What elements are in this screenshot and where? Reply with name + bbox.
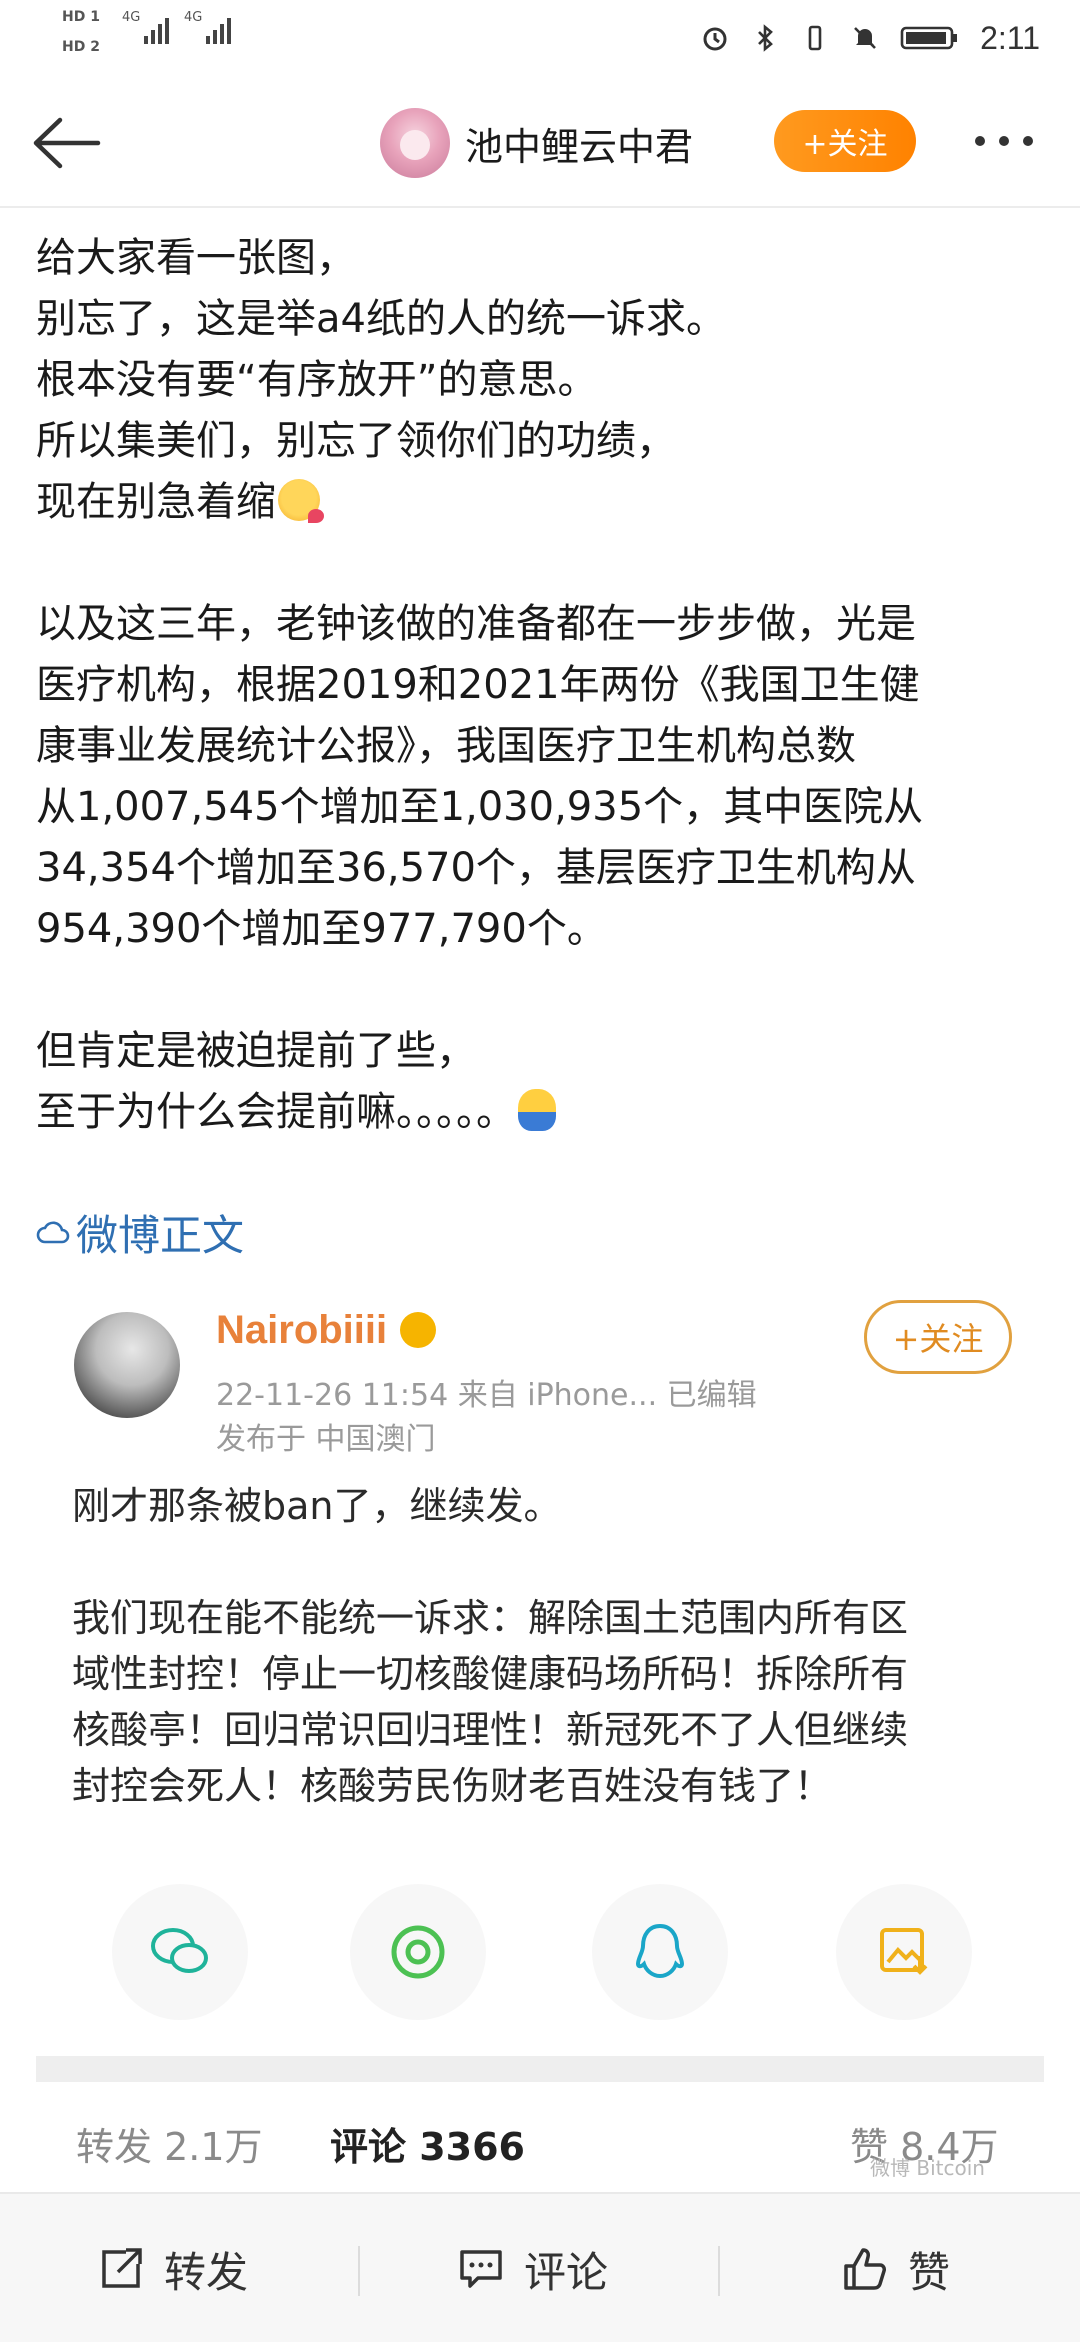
back-button[interactable] <box>26 110 106 176</box>
watermark: 微博 Bitcoin <box>870 2156 985 2180</box>
comment-label: 评论 <box>524 2247 609 2297</box>
weibo-source-link[interactable]: 微博正文 <box>36 1202 244 1263</box>
post-line: 别忘了，这是举a4纸的人的统一诉求。 <box>36 296 726 342</box>
quoted-line: 封控会死人！核酸劳民伤财老百姓没有钱了！ <box>72 1764 833 1808</box>
weibo-source-label: 微博正文 <box>76 1211 245 1260</box>
post-stats: 转发 2.1万 评论 3366 赞 8.4万 微博 Bitcoin <box>0 2108 1080 2188</box>
wechat-icon <box>151 1928 208 1973</box>
status-bar: HD 1 HD 2 4G 4G 2:11 <box>0 0 1080 80</box>
save-image-button[interactable] <box>836 1884 972 2020</box>
repost-count[interactable]: 转发 2.1万 <box>76 2116 263 2171</box>
comment-icon <box>460 2250 502 2288</box>
signal-area: HD 1 HD 2 4G 4G <box>62 10 262 66</box>
author-name[interactable]: 池中鲤云中君 <box>465 116 693 171</box>
more-dot-icon <box>1023 136 1033 146</box>
more-dot-icon <box>975 136 985 146</box>
quoted-post-location: 发布于 中国澳门 <box>216 1422 436 1457</box>
repost-button[interactable]: 转发 <box>96 2224 248 2314</box>
post-line: 至于为什么会提前嘛。。。。。 <box>36 1089 516 1135</box>
vip-badge-icon <box>400 1312 436 1348</box>
share-moments-button[interactable] <box>350 1884 486 2020</box>
more-dot-icon <box>999 136 1009 146</box>
share-wechat-button[interactable] <box>112 1884 248 2020</box>
sim2-label: HD 2 <box>62 39 100 55</box>
signal-bars-1-icon <box>144 14 169 44</box>
quoted-line: 刚才那条被ban了，继续发。 <box>72 1484 562 1528</box>
quoted-author-name[interactable]: Nairobiiii <box>216 1308 387 1353</box>
post-line: 康事业发展统计公报》，我国医疗卫生机构总数 <box>36 723 856 769</box>
network-label-1: 4G <box>122 10 141 25</box>
card-divider <box>36 2056 1044 2082</box>
comment-count[interactable]: 评论 3366 <box>330 2116 525 2171</box>
quoted-post-body: 刚才那条被ban了，继续发。 我们现在能不能统一诉求：解除国土范围内所有区 域性… <box>72 1478 1022 1814</box>
post-line: 从1,007,545个增加至1,030,935个，其中医院从 <box>36 784 924 830</box>
sim1-label: HD 1 <box>62 9 100 25</box>
post-line-with-emoji: 至于为什么会提前嘛。。。。。 <box>36 1082 1046 1143</box>
post-line: 以及这三年，老钟该做的准备都在一步步做，光是 <box>36 601 916 647</box>
quoted-post-meta: 22-11-26 11:54 来自 iPhone... 已编辑 <box>216 1378 757 1413</box>
bluetooth-icon <box>750 23 780 53</box>
post-line: 医疗机构，根据2019和2021年两份《我国卫生健 <box>36 662 920 708</box>
comment-button[interactable]: 评论 <box>456 2224 608 2314</box>
quoted-post-card[interactable]: Nairobiiii 22-11-26 11:54 来自 iPhone... 已… <box>36 1260 1044 2082</box>
signal-bars-2-icon <box>206 14 231 44</box>
repost-label: 转发 <box>164 2247 249 2297</box>
like-button[interactable]: 赞 <box>840 2224 950 2314</box>
quoted-line: 核酸亭！回归常识回归理性！新冠死不了人但继续 <box>72 1708 909 1752</box>
follow-button[interactable]: +关注 <box>774 110 916 172</box>
bottom-action-bar: 转发 评论 赞 <box>0 2192 1080 2342</box>
save-image-icon <box>880 1928 928 1975</box>
quoted-line: 我们现在能不能统一诉求：解除国土范围内所有区 <box>72 1596 909 1640</box>
quoted-follow-button[interactable]: +关注 <box>864 1300 1012 1374</box>
thumbs-up-icon <box>844 2248 886 2290</box>
flushed-heart-emoji-icon <box>278 479 324 523</box>
share-row <box>36 1884 1044 2024</box>
mute-icon <box>850 23 880 53</box>
alarm-icon <box>700 23 730 53</box>
network-label-2: 4G <box>184 10 203 25</box>
quoted-author-avatar[interactable] <box>74 1312 180 1418</box>
post-line: 954,390个增加至977,790个。 <box>36 906 607 952</box>
post-line: 根本没有要“有序放开”的意思。 <box>36 357 598 403</box>
clock: 2:11 <box>980 19 1040 56</box>
post-body: 给大家看一张图， 别忘了，这是举a4纸的人的统一诉求。 根本没有要“有序放开”的… <box>36 228 1046 1143</box>
post-line-with-emoji: 现在别急着缩 <box>36 472 1046 533</box>
facepalm-emoji-icon <box>518 1089 556 1131</box>
post-line: 34,354个增加至36,570个，基层医疗卫生机构从 <box>36 845 916 891</box>
repost-icon <box>102 2248 142 2288</box>
back-arrow-icon <box>33 117 101 169</box>
battery-icon <box>900 23 960 53</box>
divider <box>358 2246 360 2296</box>
vibrate-icon <box>800 23 830 53</box>
cloud-link-icon <box>36 1221 70 1243</box>
share-qq-button[interactable] <box>592 1884 728 2020</box>
status-icons: 2:11 <box>700 16 1040 60</box>
top-nav: 池中鲤云中君 +关注 <box>0 80 1080 208</box>
quoted-line: 域性封控！停止一切核酸健康码场所码！拆除所有 <box>72 1652 909 1696</box>
post-line: 给大家看一张图， <box>36 235 356 281</box>
post-line: 但肯定是被迫提前了些， <box>36 1028 476 1074</box>
post-line: 所以集美们，别忘了领你们的功绩， <box>36 418 676 464</box>
more-options-button[interactable] <box>975 136 1033 146</box>
like-label: 赞 <box>908 2247 951 2297</box>
author-avatar[interactable] <box>380 108 450 178</box>
post-line: 现在别急着缩 <box>36 479 276 525</box>
qq-icon <box>635 1923 685 1979</box>
divider <box>718 2246 720 2296</box>
moments-icon <box>391 1925 445 1979</box>
